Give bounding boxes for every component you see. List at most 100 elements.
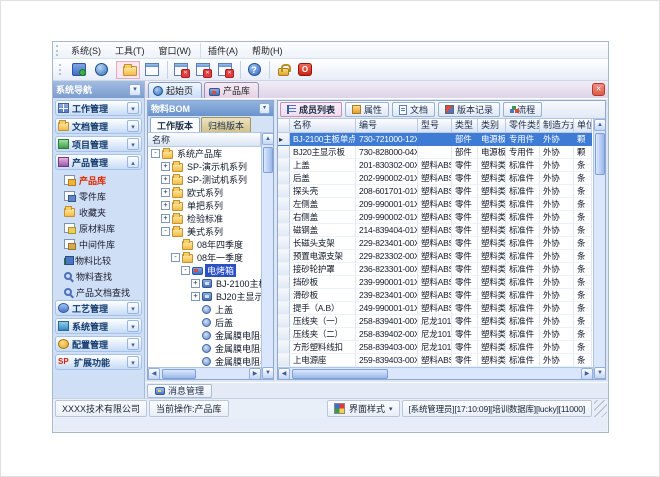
row-selector-cell[interactable]: ▸: [278, 133, 290, 146]
tree-column-header[interactable]: 名称: [148, 133, 261, 147]
row-selector-cell[interactable]: ▸: [278, 159, 290, 172]
scroll-right-button[interactable]: ▶: [581, 368, 593, 379]
table-row[interactable]: ▸ 探头壳 208-601701-01X 塑料ABS 零件 塑料类 标准件 外协: [278, 185, 592, 198]
tree-item[interactable]: + 单把系列: [148, 199, 261, 212]
table-row[interactable]: ▸ 方形塑料线扣 258-839403-00X 尼龙1010 零件 塑料类 标准…: [278, 341, 592, 354]
scroll-right-button[interactable]: ▶: [249, 368, 261, 379]
chevron-button[interactable]: [127, 302, 139, 314]
sidebar-entry[interactable]: 配置管理: [55, 336, 142, 352]
tree-expander[interactable]: -: [161, 227, 170, 236]
toolbar-button[interactable]: [167, 61, 191, 79]
table-row[interactable]: ▸ 预置电源支架 229-823302-00X 塑料ABS 零件 塑料类 标准件…: [278, 250, 592, 263]
sidebar-entry[interactable]: 物料比较: [55, 252, 142, 268]
table-row[interactable]: ▸ 上电源座 259-839403-00X 塑料ABS 零件 塑料类 标准件 外…: [278, 354, 592, 367]
scroll-left-button[interactable]: ◀: [148, 368, 160, 379]
table-row[interactable]: ▸ 提手（A.B） 249-990001-01X 塑料ABS 零件 塑料类 标准…: [278, 302, 592, 315]
table-row[interactable]: ▸ 压线夹（一） 258-839401-00X 尼龙1010 零件 塑料类 标准…: [278, 315, 592, 328]
tree-item[interactable]: 金属膜电阻器: [148, 355, 261, 367]
table-row[interactable]: ▸ BJ20主显示板 730-828000-04X 部件 电源板 专用件 外协: [278, 146, 592, 159]
toolbar-button[interactable]: [215, 61, 235, 79]
menubar-grip[interactable]: [56, 45, 61, 56]
scroll-up-button[interactable]: ▲: [594, 119, 605, 131]
row-selector-cell[interactable]: ▸: [278, 237, 290, 250]
sidebar-entry[interactable]: 工艺管理: [55, 300, 142, 316]
tree-item[interactable]: + BJ-2100主板单点: [148, 277, 261, 290]
chevron-button[interactable]: [127, 320, 139, 332]
table-column-header[interactable]: 类型: [452, 119, 478, 133]
tree-expander[interactable]: +: [161, 188, 170, 197]
resize-grip[interactable]: [594, 400, 607, 417]
toolbar-button[interactable]: [116, 61, 140, 79]
table-row[interactable]: ▸ 右侧盖 209-990002-01X 塑料ABS 零件 塑料类 标准件 外协: [278, 211, 592, 224]
tree-horizontal-scrollbar[interactable]: ◀ ▶: [148, 367, 261, 379]
table-column-header[interactable]: 类别: [478, 119, 506, 133]
toolbar-button[interactable]: [69, 61, 89, 79]
tree-item[interactable]: + SP-演示机系列: [148, 160, 261, 173]
tree-item[interactable]: + 检验标准: [148, 212, 261, 225]
tree-item[interactable]: - 电烤箱: [148, 264, 261, 277]
table-row[interactable]: ▸ 滑砂板 239-823401-00X 塑料ABS 零件 塑料类 标准件 外协: [278, 289, 592, 302]
row-selector-cell[interactable]: ▸: [278, 302, 290, 315]
row-selector-cell[interactable]: ▸: [278, 250, 290, 263]
table-column-header[interactable]: 零件类型: [506, 119, 540, 133]
row-selector-cell[interactable]: ▸: [278, 172, 290, 185]
row-selector-cell[interactable]: ▸: [278, 198, 290, 211]
version-tab[interactable]: 归档版本: [201, 117, 251, 132]
table-row[interactable]: ▸ 左侧盖 209-990001-01X 塑料ABS 零件 塑料类 标准件 外协: [278, 198, 592, 211]
menu-item[interactable]: 系统(S): [64, 43, 108, 58]
chevron-button[interactable]: [127, 120, 139, 132]
tree-expander[interactable]: +: [191, 292, 200, 301]
table-horizontal-scrollbar[interactable]: ◀ ▶: [278, 367, 593, 379]
members-tab[interactable]: 版本记录: [438, 102, 500, 117]
scroll-down-button[interactable]: ▼: [262, 367, 273, 379]
row-selector-cell[interactable]: ▸: [278, 224, 290, 237]
row-selector-cell[interactable]: ▸: [278, 328, 290, 341]
menu-item[interactable]: 插件(A): [200, 43, 245, 58]
bom-panel-pin-button[interactable]: ▾: [259, 103, 270, 114]
sidebar-entry[interactable]: 扩展功能: [55, 354, 142, 370]
table-row[interactable]: ▸ 挡砂板 239-990001-01X 塑料ABS 零件 塑料类 标准件 外协: [278, 276, 592, 289]
sidebar-options-button[interactable]: ▾: [129, 84, 141, 96]
table-row[interactable]: ▸ 后盖 202-990002-01X 塑料ABS 零件 塑料类 标准件 外协: [278, 172, 592, 185]
table-column-header[interactable]: 单位: [574, 119, 592, 133]
row-selector-cell[interactable]: ▸: [278, 276, 290, 289]
toolbar-button[interactable]: [269, 61, 293, 79]
table-column-header[interactable]: 制造方式: [540, 119, 574, 133]
sidebar-entry[interactable]: 产品管理: [55, 154, 142, 170]
tree-item[interactable]: 上盖: [148, 303, 261, 316]
document-tab[interactable]: 起始页: [148, 82, 202, 98]
menu-item[interactable]: 工具(T): [108, 43, 152, 58]
toolbar-grip[interactable]: [59, 64, 64, 75]
tree-item[interactable]: 金属膜电阻器: [148, 342, 261, 355]
tree-item[interactable]: + SP-测试机系列: [148, 173, 261, 186]
sidebar-entry[interactable]: 产品库: [55, 172, 142, 188]
tree-item[interactable]: - 08年一季度: [148, 251, 261, 264]
table-vertical-scrollbar[interactable]: ▲ ▼: [593, 119, 605, 379]
toolbar-button[interactable]: [240, 61, 264, 79]
table-row[interactable]: ▸ 长磁头支架 229-823401-00X 塑料ABS 零件 塑料类 标准件 …: [278, 237, 592, 250]
sidebar-entry[interactable]: 产品文档查找: [55, 284, 142, 300]
sidebar-entry[interactable]: 中间件库: [55, 236, 142, 252]
row-selector-cell[interactable]: ▸: [278, 263, 290, 276]
toolbar-button[interactable]: [295, 61, 315, 79]
tree-expander[interactable]: +: [161, 162, 170, 171]
menu-item[interactable]: 帮助(H): [245, 43, 290, 58]
tree-expander[interactable]: +: [161, 201, 170, 210]
table-row[interactable]: ▸ 磁钢盖 214-839404-01X 塑料ABS 零件 塑料类 标准件 外协: [278, 224, 592, 237]
row-selector-cell[interactable]: ▸: [278, 315, 290, 328]
scroll-left-button[interactable]: ◀: [278, 368, 290, 379]
table-row[interactable]: ▸ BJ-2100主板单点 730-721000-12X 部件 电源板 专用件 …: [278, 133, 592, 146]
scroll-up-button[interactable]: ▲: [262, 133, 273, 145]
row-selector-cell[interactable]: ▸: [278, 146, 290, 159]
chevron-button[interactable]: [127, 156, 139, 168]
chevron-button[interactable]: [127, 102, 139, 114]
sidebar-entry[interactable]: 工作管理: [55, 100, 142, 116]
members-tab[interactable]: 属性: [345, 102, 389, 117]
toolbar-button[interactable]: [193, 61, 213, 79]
sidebar-entry[interactable]: 文档管理: [55, 118, 142, 134]
tree-expander[interactable]: -: [171, 253, 180, 262]
scroll-thumb[interactable]: [263, 147, 273, 173]
table-column-header[interactable]: 型号: [418, 119, 452, 133]
tree-item[interactable]: - 系统产品库: [148, 147, 261, 160]
sidebar-entry[interactable]: 零件库: [55, 188, 142, 204]
